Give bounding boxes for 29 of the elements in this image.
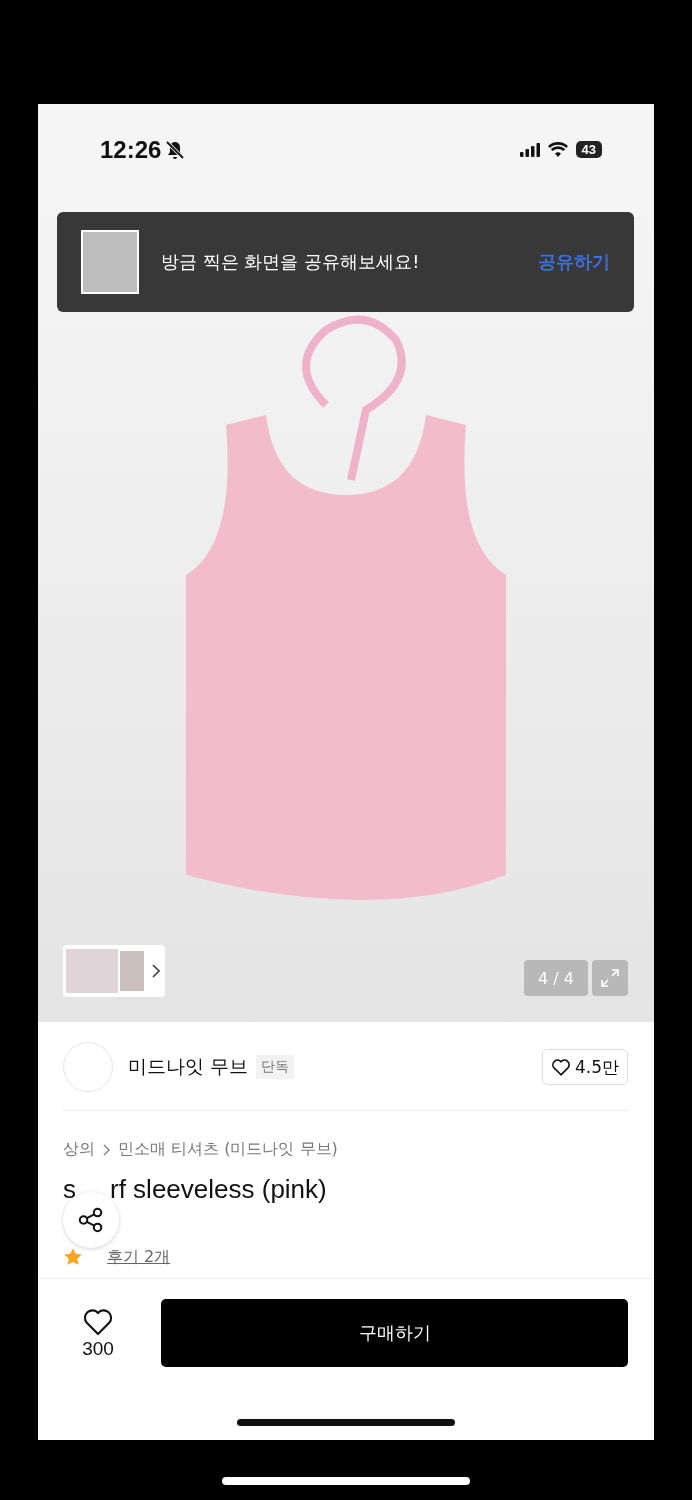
chevron-right-icon (152, 964, 160, 978)
star-icon (63, 1247, 83, 1267)
wifi-icon (547, 142, 568, 157)
product-title: s (63, 1174, 76, 1204)
buy-button[interactable]: 구매하기 (161, 1299, 628, 1367)
breadcrumb-link[interactable]: 민소매 티셔츠 (미드나잇 무브) (118, 1139, 338, 1160)
screenshot-thumbnail (81, 230, 139, 294)
image-counter: 4 / 4 (524, 960, 588, 996)
expand-button[interactable] (592, 960, 628, 996)
thumbnail-image (120, 951, 144, 991)
thumbnail-strip[interactable] (63, 945, 165, 997)
thumbnail-image (66, 949, 118, 993)
signal-icon (519, 142, 540, 157)
breadcrumb-link[interactable]: 상의 (63, 1139, 95, 1160)
product-title: rf sleeveless (pink) (110, 1174, 327, 1204)
expand-icon (600, 968, 620, 988)
banner-message: 방금 찍은 화면을 공유해보세요! (161, 250, 421, 274)
chevron-right-icon (103, 1143, 110, 1156)
store-name[interactable]: 미드나잇 무브 (128, 1054, 249, 1080)
share-icon (77, 1206, 105, 1234)
status-time: 12:26 (100, 136, 162, 164)
heart-icon (550, 1058, 571, 1076)
store-like-button[interactable]: 4.5만 (541, 1049, 628, 1085)
wishlist-button[interactable]: 300 (63, 1306, 133, 1360)
reviews-link[interactable]: 후기 2개 (107, 1246, 171, 1268)
heart-icon (82, 1306, 114, 1336)
battery-indicator: 43 (575, 141, 602, 158)
exclusive-tag: 단독 (256, 1055, 295, 1079)
store-logo[interactable] (63, 1042, 113, 1092)
